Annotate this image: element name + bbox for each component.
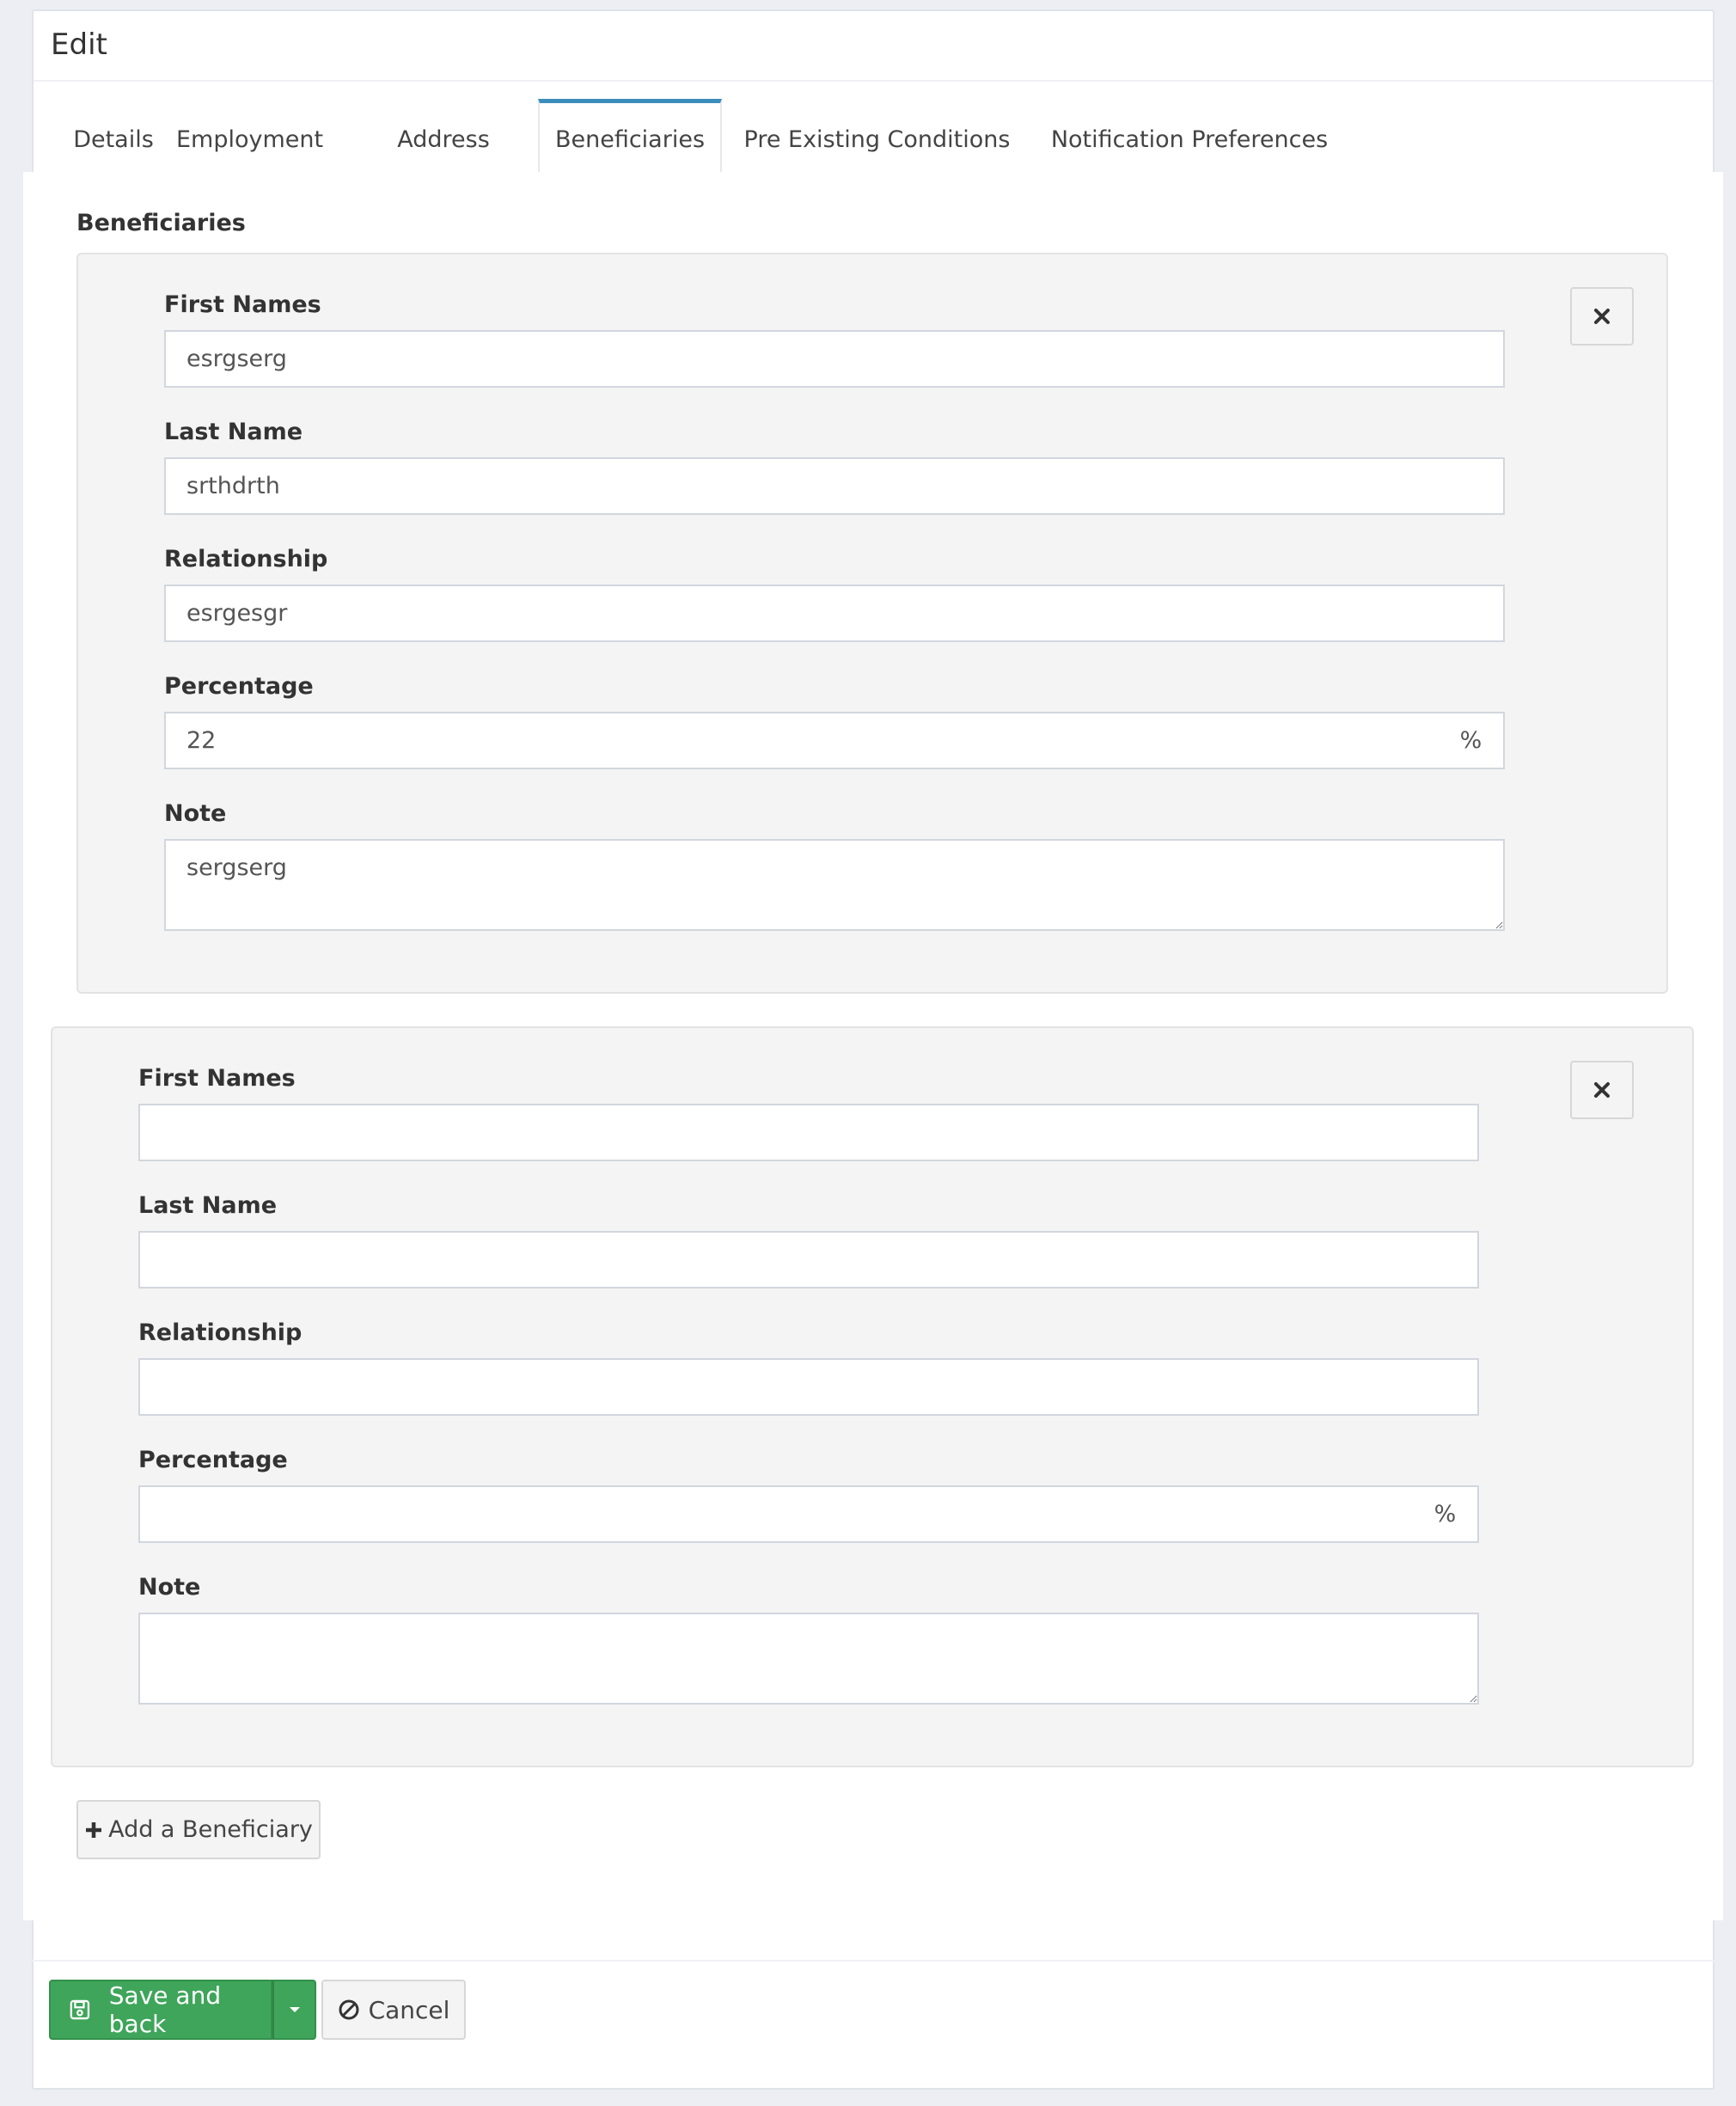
last-name-label: Last Name	[138, 1192, 278, 1219]
remove-beneficiary-button[interactable]	[1570, 287, 1634, 346]
cancel-label: Cancel	[368, 1995, 450, 2024]
first-names-input[interactable]	[138, 1104, 1479, 1161]
add-beneficiary-label: Add a Beneficiary	[108, 1816, 313, 1843]
floppy-disk-icon	[70, 1999, 90, 2020]
beneficiary-card: First Names Last Name Relationship Perce…	[51, 1026, 1694, 1767]
remove-beneficiary-button[interactable]	[1570, 1061, 1634, 1119]
ban-icon	[339, 1999, 359, 2020]
save-and-back-label: Save and back	[108, 1981, 222, 2038]
tab-employment[interactable]: Employment	[176, 99, 323, 176]
beneficiaries-tab-panel: Beneficiaries First Names Last Name Rela…	[23, 172, 1723, 1920]
last-name-input[interactable]	[164, 457, 1505, 515]
percent-addon: %	[1413, 1485, 1479, 1543]
times-icon	[1594, 309, 1610, 324]
note-textarea[interactable]	[138, 1613, 1479, 1705]
percentage-input[interactable]	[138, 1485, 1415, 1543]
first-names-input[interactable]	[164, 330, 1505, 388]
note-label: Note	[164, 800, 227, 827]
relationship-input[interactable]	[138, 1358, 1479, 1416]
last-name-input[interactable]	[138, 1231, 1479, 1289]
note-textarea[interactable]: sergserg	[164, 839, 1505, 931]
times-icon	[1594, 1082, 1610, 1098]
tab-details[interactable]: Details	[51, 99, 176, 176]
save-button-group: Save and back	[49, 1980, 316, 2040]
relationship-label: Relationship	[164, 546, 328, 572]
caret-down-icon	[289, 2007, 300, 2012]
cancel-button[interactable]: Cancel	[321, 1980, 466, 2040]
first-names-label: First Names	[164, 291, 321, 318]
plus-icon	[86, 1821, 102, 1838]
relationship-input[interactable]	[164, 585, 1505, 642]
panel-header: Edit	[34, 11, 1713, 82]
last-name-label: Last Name	[164, 419, 303, 445]
save-and-back-button[interactable]: Save and back	[49, 1980, 272, 2040]
page-title: Edit	[51, 28, 107, 62]
beneficiary-card: First Names Last Name Relationship Perce…	[76, 253, 1668, 994]
percentage-label: Percentage	[164, 673, 314, 700]
first-names-label: First Names	[138, 1065, 296, 1092]
beneficiaries-section-label: Beneficiaries	[76, 210, 246, 236]
percentage-label: Percentage	[138, 1447, 288, 1473]
tab-notification-preferences[interactable]: Notification Preferences	[1032, 99, 1347, 176]
tab-address[interactable]: Address	[385, 99, 502, 176]
tab-bar: Details Employment Address Beneficiaries…	[51, 99, 1699, 178]
relationship-label: Relationship	[138, 1319, 303, 1346]
percent-addon: %	[1439, 712, 1505, 769]
percentage-input[interactable]	[164, 712, 1440, 769]
save-options-dropdown[interactable]	[272, 1980, 316, 2040]
add-beneficiary-button[interactable]: Add a Beneficiary	[76, 1800, 321, 1859]
tab-pre-existing-conditions[interactable]: Pre Existing Conditions	[722, 99, 1032, 176]
note-label: Note	[138, 1574, 201, 1601]
tab-beneficiaries[interactable]: Beneficiaries	[538, 99, 722, 178]
